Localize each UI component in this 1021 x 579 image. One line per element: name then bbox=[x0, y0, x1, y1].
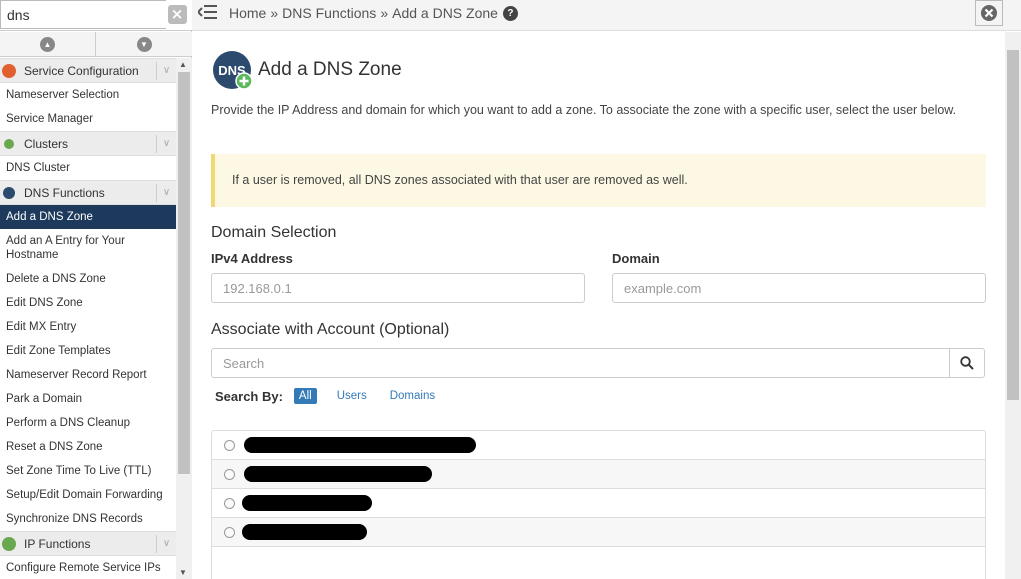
wrench-icon bbox=[2, 63, 16, 78]
sidebar-item-add-a-entry[interactable]: Add an A Entry for Your Hostname bbox=[0, 229, 176, 267]
sidebar-search: × bbox=[0, 0, 192, 31]
account-row[interactable] bbox=[212, 431, 985, 460]
dns-icon bbox=[3, 186, 15, 199]
ip-icon bbox=[2, 536, 16, 551]
sidebar-item-dns-cluster[interactable]: DNS Cluster bbox=[0, 156, 176, 180]
account-search-button[interactable] bbox=[949, 348, 985, 378]
warning-callout: If a user is removed, all DNS zones asso… bbox=[211, 154, 986, 207]
breadcrumb-current: Add a DNS Zone bbox=[392, 5, 498, 21]
sidebar-item-service-manager[interactable]: Service Manager bbox=[0, 107, 176, 131]
chevron-down-icon[interactable]: ∨ bbox=[156, 135, 176, 153]
sidebar-scroll-controls: ▲ ▼ bbox=[0, 32, 192, 57]
search-by-filters: Search By: All Users Domains bbox=[215, 388, 453, 404]
sidebar-item-nameserver-record-report[interactable]: Nameserver Record Report bbox=[0, 363, 176, 387]
category-label: Service Configuration bbox=[24, 63, 139, 78]
sidebar-item-park-domain[interactable]: Park a Domain bbox=[0, 387, 176, 411]
domain-selection-heading: Domain Selection bbox=[211, 224, 337, 241]
account-radio[interactable] bbox=[224, 468, 235, 480]
scroll-up-arrow-icon[interactable]: ▲ bbox=[179, 60, 187, 69]
account-radio[interactable] bbox=[224, 439, 235, 451]
clear-search-button[interactable]: × bbox=[166, 1, 188, 27]
redacted-account bbox=[244, 466, 432, 482]
breadcrumb-separator: » bbox=[380, 5, 389, 21]
category-dns-functions[interactable]: DNS Functions ∨ bbox=[0, 180, 176, 205]
sidebar-scrollbar[interactable]: ▲ ▼ bbox=[176, 58, 192, 579]
category-ip-functions[interactable]: IP Functions ∨ bbox=[0, 531, 176, 556]
category-label: Clusters bbox=[24, 136, 69, 151]
dns-zone-icon: DNS bbox=[212, 50, 253, 90]
page-title: Add a DNS Zone bbox=[258, 59, 402, 80]
sidebar: × ▲ ▼ Service Configuration ∨ Nameserver… bbox=[0, 0, 192, 579]
category-label: DNS Functions bbox=[24, 185, 105, 200]
sidebar-item-domain-forwarding[interactable]: Setup/Edit Domain Forwarding bbox=[0, 483, 176, 507]
top-bar: Home » DNS Functions » Add a DNS Zone ? bbox=[192, 0, 1021, 31]
scroll-down-button[interactable]: ▼ bbox=[96, 32, 192, 56]
cluster-icon bbox=[4, 138, 14, 149]
sidebar-item-nameserver-selection[interactable]: Nameserver Selection bbox=[0, 83, 176, 107]
redacted-account bbox=[244, 437, 476, 453]
sidebar-item-set-zone-ttl[interactable]: Set Zone Time To Live (TTL) bbox=[0, 459, 176, 483]
scroll-up-button[interactable]: ▲ bbox=[0, 32, 96, 56]
chevron-down-icon[interactable]: ∨ bbox=[156, 535, 176, 553]
sidebar-item-dns-cleanup[interactable]: Perform a DNS Cleanup bbox=[0, 411, 176, 435]
redacted-account bbox=[242, 495, 372, 511]
breadcrumb-separator: » bbox=[270, 5, 279, 21]
sidebar-item-add-dns-zone[interactable]: Add a DNS Zone bbox=[0, 205, 176, 229]
breadcrumb: Home » DNS Functions » Add a DNS Zone ? bbox=[229, 5, 518, 21]
help-icon[interactable]: ? bbox=[502, 5, 518, 21]
breadcrumb-home[interactable]: Home bbox=[229, 5, 266, 21]
account-search-input[interactable] bbox=[211, 348, 950, 378]
chevron-down-icon: ▼ bbox=[136, 36, 152, 52]
filter-all[interactable]: All bbox=[293, 388, 317, 404]
main-scroll-thumb[interactable] bbox=[1007, 50, 1019, 400]
ipv4-input[interactable] bbox=[211, 273, 585, 303]
account-row[interactable] bbox=[212, 489, 985, 518]
sidebar-item-edit-dns-zone[interactable]: Edit DNS Zone bbox=[0, 291, 176, 315]
sidebar-item-synchronize-dns[interactable]: Synchronize DNS Records bbox=[0, 507, 176, 531]
account-radio[interactable] bbox=[224, 497, 235, 509]
intro-text: Provide the IP Address and domain for wh… bbox=[211, 103, 957, 117]
sidebar-nav: Service Configuration ∨ Nameserver Selec… bbox=[0, 58, 176, 579]
associate-account-heading: Associate with Account (Optional) bbox=[211, 321, 450, 338]
account-row[interactable] bbox=[212, 518, 985, 547]
breadcrumb-dns-functions[interactable]: DNS Functions bbox=[282, 5, 376, 21]
sidebar-scroll-thumb[interactable] bbox=[178, 72, 190, 474]
domain-label: Domain bbox=[612, 251, 660, 266]
search-icon bbox=[960, 356, 974, 370]
chevron-down-icon[interactable]: ∨ bbox=[156, 184, 176, 202]
chevron-down-icon[interactable]: ∨ bbox=[156, 62, 176, 80]
sidebar-item-edit-mx-entry[interactable]: Edit MX Entry bbox=[0, 315, 176, 339]
close-icon bbox=[981, 5, 997, 21]
chevron-up-icon: ▲ bbox=[40, 36, 55, 52]
account-radio[interactable] bbox=[224, 526, 235, 538]
category-clusters[interactable]: Clusters ∨ bbox=[0, 131, 176, 156]
category-label: IP Functions bbox=[24, 536, 91, 551]
domain-input[interactable] bbox=[612, 273, 986, 303]
main-content: DNS Add a DNS Zone Provide the IP Addres… bbox=[192, 32, 1005, 579]
sidebar-item-delete-dns-zone[interactable]: Delete a DNS Zone bbox=[0, 267, 176, 291]
category-service-configuration[interactable]: Service Configuration ∨ bbox=[0, 58, 176, 83]
filter-domains[interactable]: Domains bbox=[385, 388, 440, 404]
ipv4-label: IPv4 Address bbox=[211, 251, 293, 266]
page-header: DNS Add a DNS Zone bbox=[212, 50, 402, 90]
x-icon: × bbox=[167, 4, 187, 24]
menu-toggle-icon[interactable] bbox=[198, 3, 218, 21]
search-by-label: Search By: bbox=[215, 388, 283, 404]
account-row[interactable] bbox=[212, 460, 985, 489]
sidebar-item-remote-service-ips[interactable]: Configure Remote Service IPs bbox=[0, 556, 176, 579]
scroll-down-arrow-icon[interactable]: ▼ bbox=[179, 568, 187, 577]
main-scrollbar[interactable] bbox=[1005, 32, 1021, 579]
filter-users[interactable]: Users bbox=[332, 388, 372, 404]
close-button[interactable] bbox=[975, 0, 1003, 26]
redacted-account bbox=[242, 524, 367, 540]
sidebar-item-edit-zone-templates[interactable]: Edit Zone Templates bbox=[0, 339, 176, 363]
sidebar-item-reset-dns-zone[interactable]: Reset a DNS Zone bbox=[0, 435, 176, 459]
account-list bbox=[211, 430, 986, 579]
sidebar-search-input[interactable] bbox=[0, 0, 166, 29]
